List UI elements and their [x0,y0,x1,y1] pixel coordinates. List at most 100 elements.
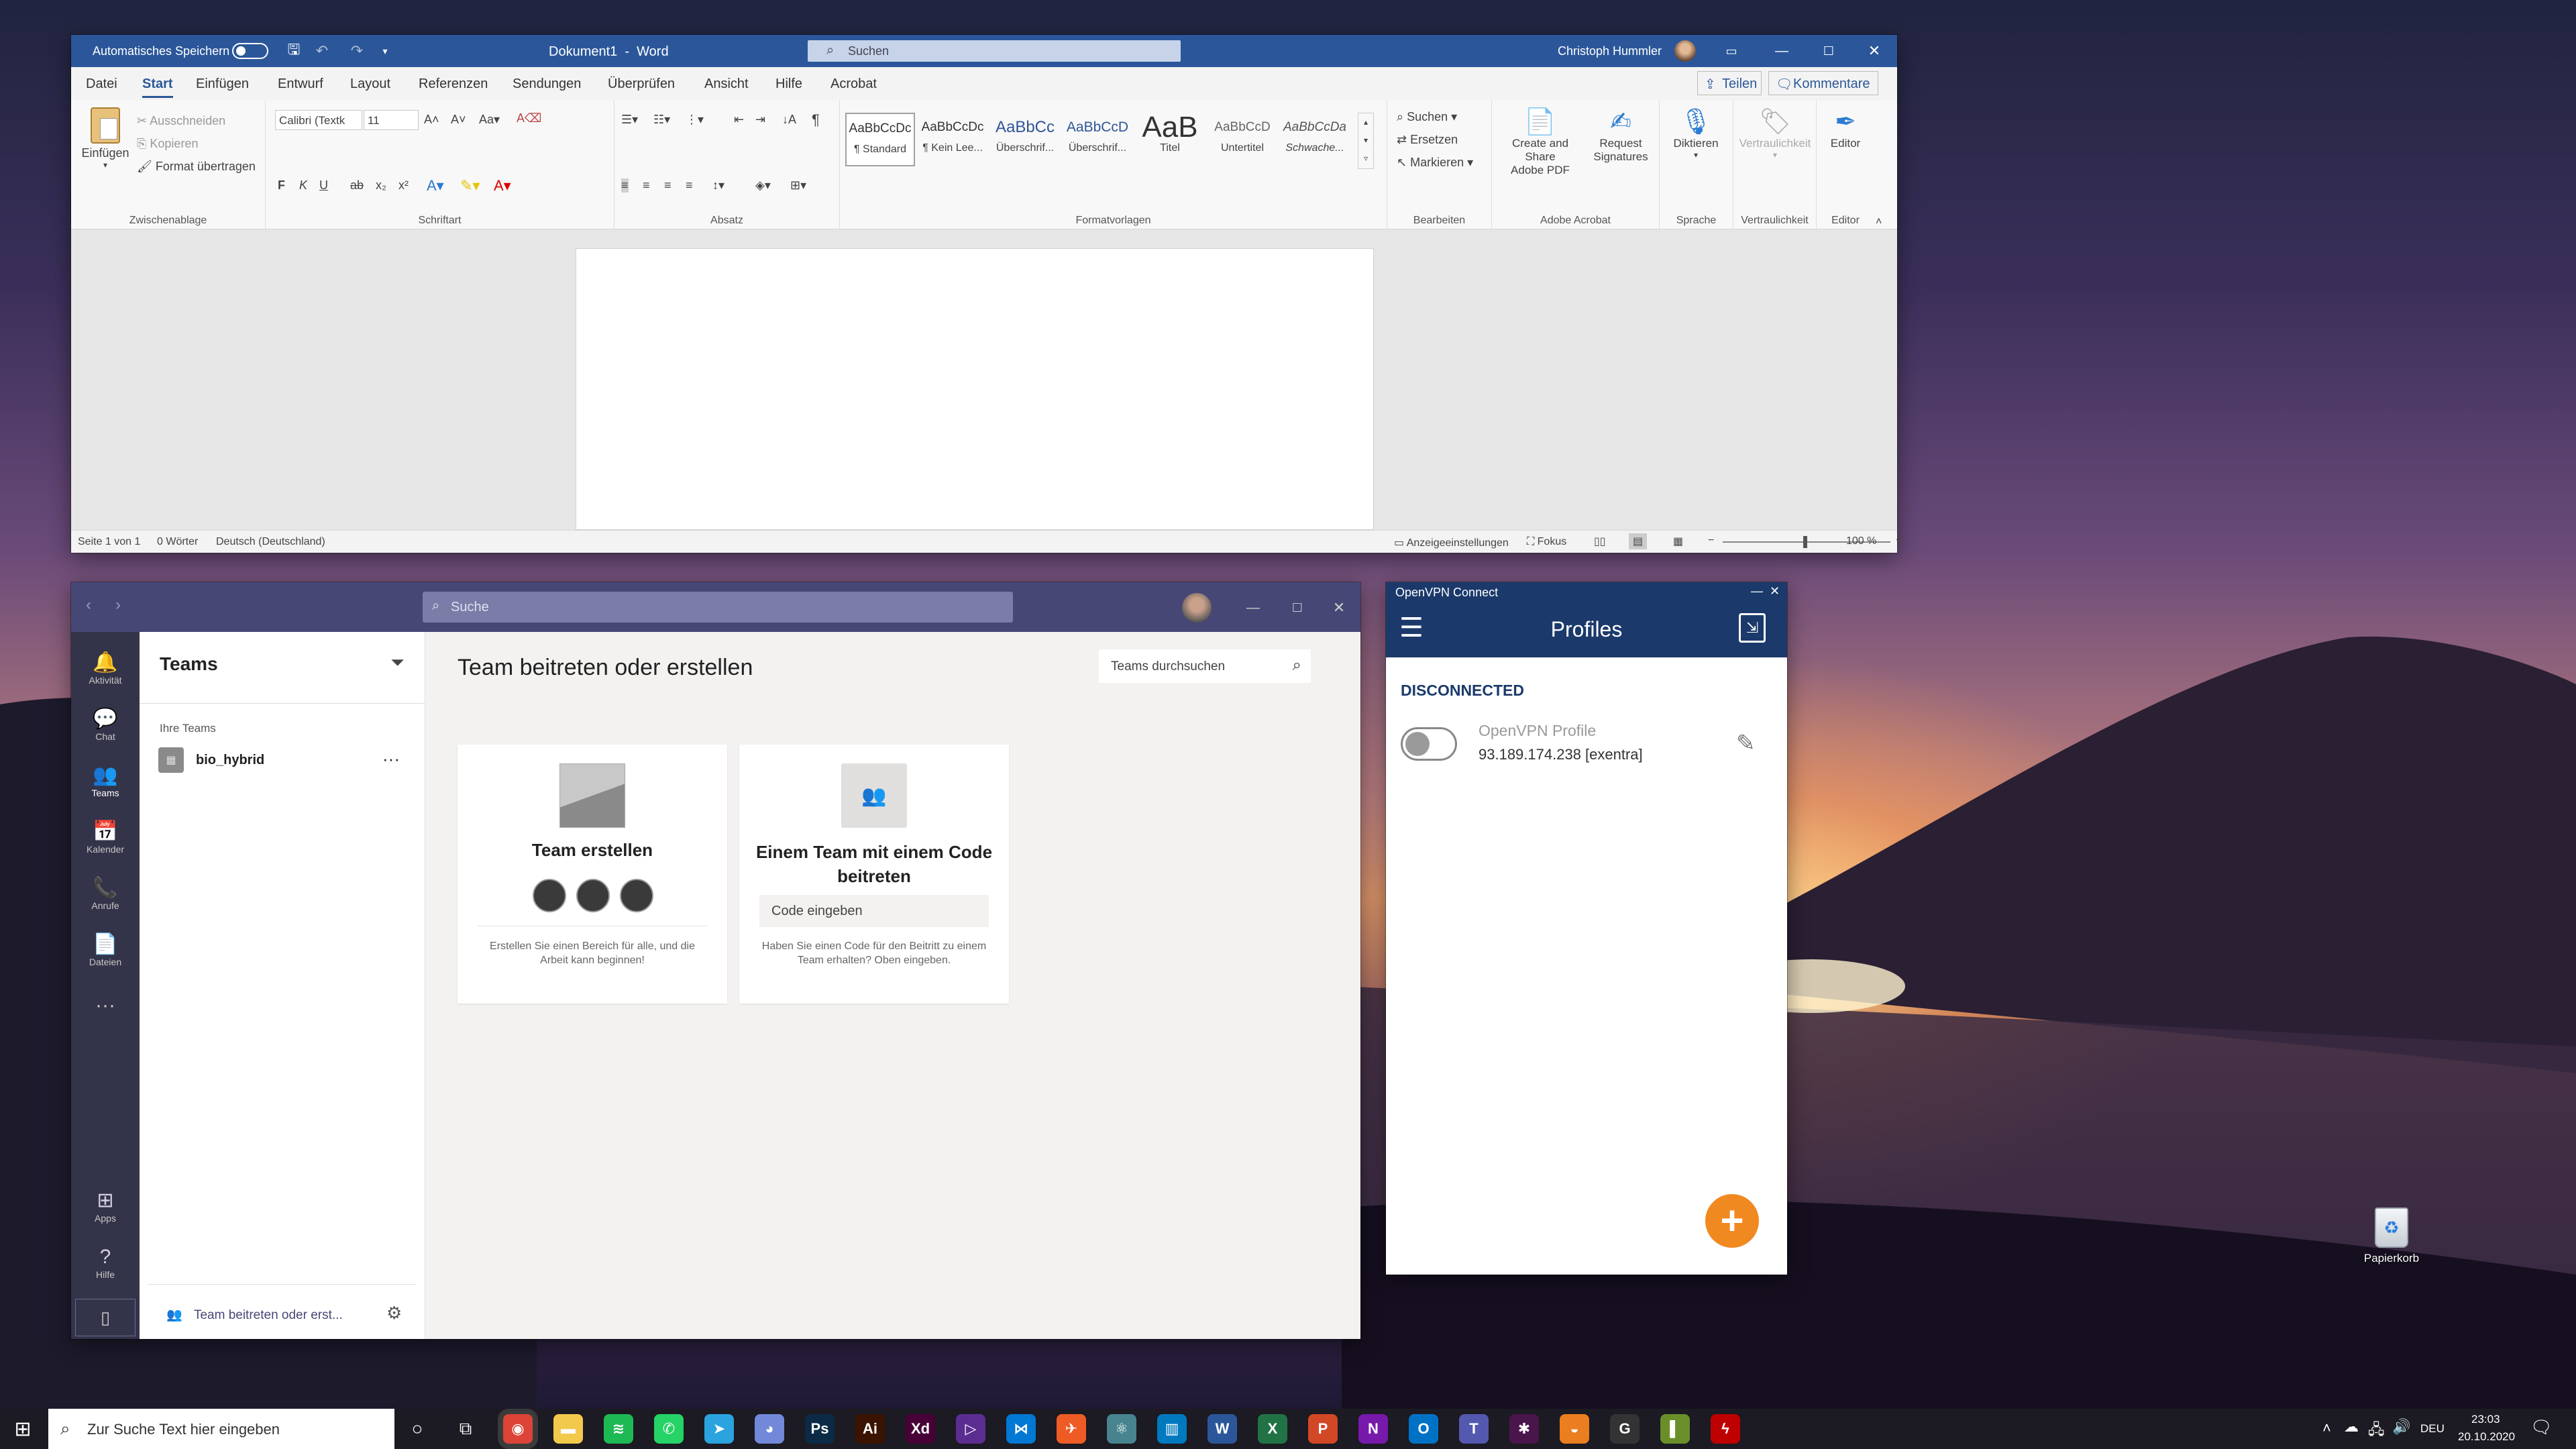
close-icon[interactable]: ✕ [1770,584,1780,598]
code-input[interactable]: Code eingeben [759,895,989,927]
sort-icon[interactable]: ↓A [782,113,796,127]
subscript-icon[interactable]: x₂ [376,178,386,193]
pilcrow-icon[interactable]: ¶ [812,111,820,129]
format-painter-button[interactable]: 🖌 Format übertragen [137,160,256,174]
bold-icon[interactable]: F [278,178,285,193]
style-kein-leerraum[interactable]: AaBbCcDc ¶ Kein Lee... [918,113,987,166]
forward-icon[interactable]: › [115,596,121,614]
select-button[interactable]: ↖ Markieren ▾ [1397,156,1473,170]
collapse-ribbon-icon[interactable]: ˄ [1876,216,1882,228]
font-size-select[interactable]: 11 [364,110,419,130]
line-spacing-icon[interactable]: ↕▾ [712,178,724,193]
connect-toggle[interactable] [1401,727,1457,761]
display-settings[interactable]: ▭ Anzeigeeinstellungen [1394,536,1509,549]
zoom-level-display[interactable]: 100 % [1846,535,1876,547]
taskbar-slack-icon[interactable]: ✱ [1509,1414,1539,1444]
bullets-icon[interactable]: ☰▾ [621,113,638,127]
notification-icon[interactable]: 🗨 [2530,1417,2553,1438]
undo-icon[interactable]: ↶ [313,42,331,60]
taskbar-onenote-icon[interactable]: N [1358,1414,1388,1444]
taskbar-file-app-icon[interactable]: ▌ [1660,1414,1690,1444]
network-icon[interactable]: 🖧 [2368,1418,2385,1444]
user-avatar[interactable] [1674,40,1696,62]
zoom-in-icon[interactable]: + [1896,535,1902,547]
word-count[interactable]: 0 Wörter [157,536,198,548]
taskbar-search[interactable]: ⌕ Zur Suche Text hier eingeben [48,1409,394,1449]
align-left-icon[interactable]: ≡ [621,178,629,193]
user-name[interactable]: Christoph Hummler [1558,44,1662,58]
document-page[interactable] [576,248,1374,530]
taskbar-chrome-icon[interactable]: ◉ [501,1412,535,1446]
tab-acrobat[interactable]: Acrobat [830,76,877,92]
taskbar-powerpoint-icon[interactable]: P [1308,1414,1338,1444]
customize-qat-icon[interactable]: ▾ [378,42,392,60]
tab-entwurf[interactable]: Entwurf [278,76,323,92]
style-title[interactable]: AaB Titel [1135,113,1205,166]
copy-button[interactable]: ⎘ Kopieren [137,137,198,151]
taskbar-discord-icon[interactable]: ◕ [755,1414,784,1444]
highlight-icon[interactable]: ✎▾ [460,177,480,195]
font-name-select[interactable]: Calibri (Textk [275,110,362,130]
rail-help[interactable]: ? Hilfe [71,1245,140,1280]
editor-button[interactable]: ✒ Editor [1819,107,1872,150]
shading-icon[interactable]: ◈▾ [755,178,771,193]
taskbar-electron-icon[interactable]: ⚛ [1107,1414,1136,1444]
italic-icon[interactable]: K [299,178,307,193]
tab-hilfe[interactable]: Hilfe [775,76,802,92]
tab-datei[interactable]: Datei [86,76,117,92]
taskbar-visual-studio-icon[interactable]: ▷ [956,1414,985,1444]
tab-start[interactable]: Start [142,76,173,98]
sensitivity-button[interactable]: 🏷 Vertraulichkeit ▾ [1736,107,1814,160]
taskbar-explorer-icon[interactable]: ▬ [553,1414,583,1444]
taskbar-xd-icon[interactable]: Xd [906,1414,935,1444]
mobile-app-button[interactable]: ▯ [75,1299,136,1336]
team-item[interactable]: ▦ bio_hybrid ··· [158,746,413,774]
tab-referenzen[interactable]: Referenzen [419,76,488,92]
increase-indent-icon[interactable]: ⇥ [755,113,765,127]
replace-button[interactable]: ⇄ Ersetzen [1397,133,1458,147]
align-center-icon[interactable]: ≡ [643,178,650,193]
multilevel-icon[interactable]: ⋮▾ [686,113,704,127]
import-profile-icon[interactable]: ⇲ [1739,613,1766,643]
find-button[interactable]: ⌕ Suchen ▾ [1397,110,1457,124]
style-heading1[interactable]: AaBbCc Überschrif... [990,113,1060,166]
tab-ueberpruefen[interactable]: Überprüfen [608,76,675,92]
taskbar-spotify-icon[interactable]: ≋ [604,1414,633,1444]
strikethrough-icon[interactable]: ab [350,178,364,193]
superscript-icon[interactable]: x² [398,178,409,193]
search-teams-input[interactable]: Teams durchsuchen ⌕ [1099,649,1311,683]
show-hidden-icon[interactable]: ˄ [2322,1419,2331,1437]
profile-avatar[interactable] [1182,593,1212,623]
edit-pencil-icon[interactable]: ✎ [1736,730,1756,757]
taskbar-openvpn-icon[interactable]: ◒ [1560,1414,1589,1444]
minimize-icon[interactable]: — [1241,596,1265,620]
style-heading2[interactable]: AaBbCcD Überschrif... [1063,113,1132,166]
back-icon[interactable]: ‹ [86,596,91,614]
taskbar-photoshop-icon[interactable]: Ps [805,1414,835,1444]
taskbar-outlook-icon[interactable]: O [1409,1414,1438,1444]
teams-search-box[interactable]: ⌕ Suche [423,592,1013,623]
taskbar-word-icon[interactable]: W [1208,1414,1237,1444]
dictate-button[interactable]: 🎙 Diktieren ▾ [1662,107,1729,160]
style-subtle-emphasis[interactable]: AaBbCcDa Schwache... [1280,113,1350,166]
rail-files[interactable]: 📄 Dateien [71,932,140,967]
clear-format-icon[interactable]: A⌫ [517,111,541,125]
save-icon[interactable]: 🖫 [284,41,303,60]
tab-layout[interactable]: Layout [350,76,390,92]
more-apps-icon[interactable]: ··· [71,994,140,1017]
taskbar-telegram-icon[interactable]: ➤ [704,1414,734,1444]
rail-apps[interactable]: ⊞ Apps [71,1189,140,1224]
taskbar-g-app-icon[interactable]: G [1610,1414,1640,1444]
align-right-icon[interactable]: ≡ [664,178,672,193]
input-language[interactable]: DEU [2420,1422,2445,1436]
borders-icon[interactable]: ⊞▾ [790,178,806,193]
comments-button[interactable]: 🗨 Kommentare [1768,71,1878,95]
settings-icon[interactable]: ⚙ [386,1303,402,1324]
print-layout-icon[interactable]: ▤ [1629,533,1648,549]
paste-button[interactable]: Einfügen ▾ [78,107,133,170]
grow-font-icon[interactable]: A˄ [424,113,439,127]
rail-activity[interactable]: 🔔 Aktivität [71,651,140,686]
clock-date[interactable]: 20.10.2020 [2458,1430,2515,1444]
minimize-icon[interactable]: — [1768,42,1795,60]
taskbar-whatsapp-icon[interactable]: ✆ [654,1414,684,1444]
